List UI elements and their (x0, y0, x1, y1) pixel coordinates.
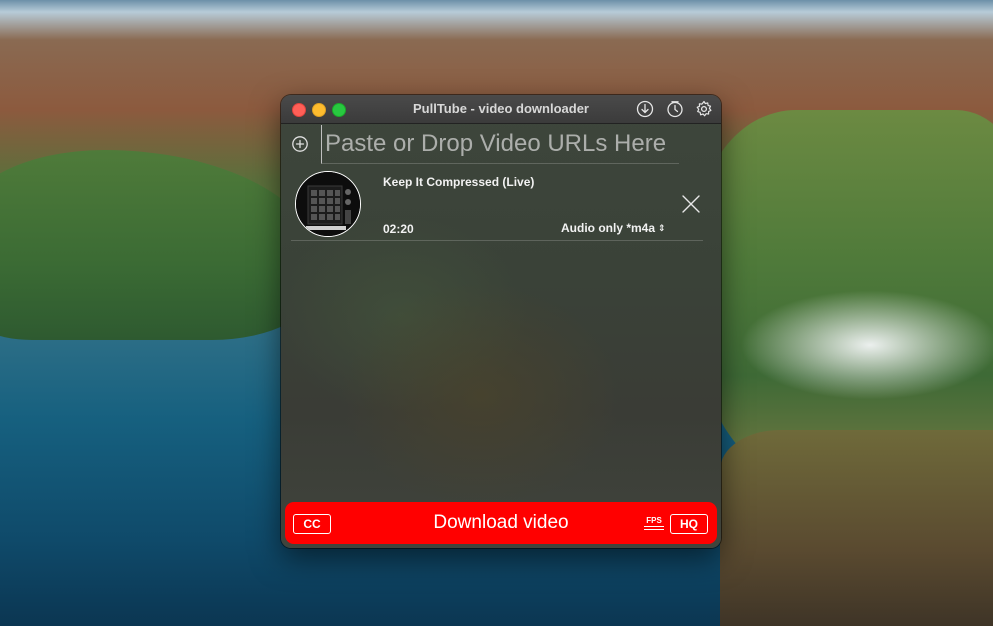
url-input[interactable] (321, 125, 679, 164)
hq-button[interactable]: HQ (670, 514, 708, 534)
wallpaper-cloud (740, 290, 993, 400)
remove-item-x-icon[interactable] (680, 193, 702, 215)
download-video-button[interactable]: CC Download video FPS HQ (285, 502, 717, 544)
format-selector[interactable]: Audio only *m4a ⇕ (561, 221, 666, 235)
fps-label: FPS (646, 516, 662, 525)
video-duration: 02:20 (383, 222, 414, 236)
album-art-icon (296, 172, 360, 236)
wallpaper-cliff (720, 430, 993, 626)
download-icon[interactable] (636, 100, 654, 118)
fps-toggle[interactable]: FPS (644, 516, 664, 532)
settings-gear-icon[interactable] (695, 100, 713, 118)
up-down-chevron-icon: ⇕ (658, 223, 666, 233)
format-selector-label: Audio only *m4a (561, 221, 656, 235)
video-list-item[interactable]: Keep It Compressed (Live) 02:20 Audio on… (291, 169, 703, 241)
window-title: PullTube - video downloader (413, 101, 589, 116)
title-bar[interactable]: PullTube - video downloader (281, 95, 721, 124)
history-icon[interactable] (666, 100, 684, 118)
video-title: Keep It Compressed (Live) (383, 175, 535, 189)
app-window: PullTube - video downloader Paste or Dro… (281, 95, 721, 548)
fps-film-strip-icon (644, 526, 664, 530)
video-thumbnail (295, 171, 361, 237)
add-url-icon[interactable] (291, 135, 309, 153)
wallpaper-hill-left (0, 150, 320, 340)
